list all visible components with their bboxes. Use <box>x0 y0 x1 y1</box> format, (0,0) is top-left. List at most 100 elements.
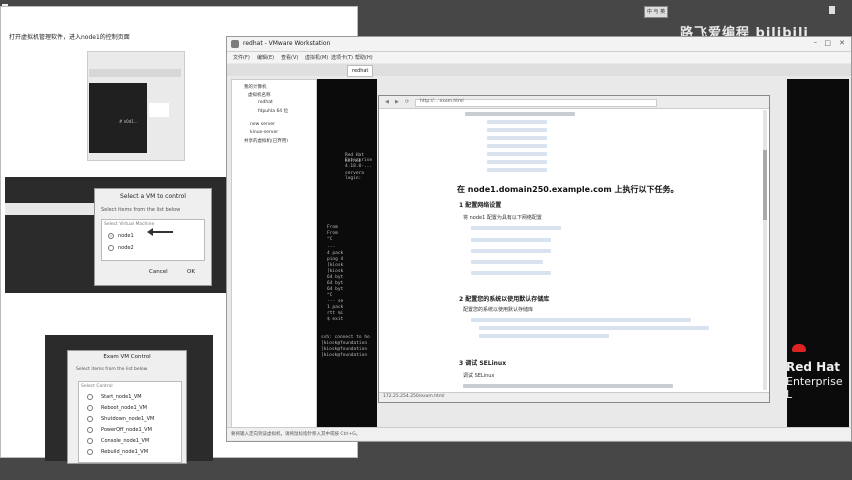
scrollbar[interactable] <box>763 110 767 390</box>
terminal-line: [kiosk <box>327 263 344 268</box>
blurred-line <box>487 144 547 148</box>
control-list: Select Control Start_node1_VM Reboot_nod… <box>78 381 182 463</box>
redhat-brand: Red Hat Enterprise L <box>786 360 852 401</box>
scroll-thumb[interactable] <box>763 150 767 220</box>
thumbnail-window <box>149 103 169 117</box>
menu-view[interactable]: 查看(V) <box>281 54 298 61</box>
exam-control-dialog: Exam VM Control Select items from the li… <box>67 350 187 464</box>
section-2-title: 2 配置您的系统以使用默认存储库 <box>459 296 550 303</box>
section-3-title: 3 调试 SELinux <box>459 360 507 367</box>
menu-tabs[interactable]: 选项卡(T) <box>331 54 353 61</box>
exam-document-window: ◀ ▶ ⟳ http://... exam.html 在 node1.domai… <box>378 95 770 403</box>
blurred-line <box>487 168 547 172</box>
thumbnail-terminal <box>89 83 147 153</box>
section-1-title: 1 配置网络设置 <box>459 202 502 209</box>
thumbnail-text: # n0d1... <box>119 119 138 124</box>
console-radio[interactable] <box>87 438 93 444</box>
thumbnail-toolbar <box>89 69 181 77</box>
start-option: Start_node1_VM <box>101 394 142 400</box>
blurred-line <box>471 318 691 322</box>
tab-redhat[interactable]: redhat <box>347 65 374 77</box>
vmware-title: redhat - VMware Workstation <box>243 40 331 47</box>
vmware-logo-icon <box>231 40 239 48</box>
terminal-line: [kiosk@foundation <box>321 347 368 352</box>
library-panel: 我的计算机 虚拟机名称 redhat fdpuhla 64 位 new serv… <box>231 79 317 436</box>
terminal-line: ping 4 <box>327 257 344 262</box>
rebuild-radio[interactable] <box>87 449 93 455</box>
node2-radio[interactable] <box>108 245 114 251</box>
select-vm-dialog: Select a VM to control Select items from… <box>94 188 212 286</box>
pointer-arrowhead <box>147 228 153 236</box>
library-item[interactable]: 我的计算机 <box>244 84 267 90</box>
library-item[interactable]: kinux-server <box>250 130 278 135</box>
maximize-icon[interactable]: □ <box>824 39 831 47</box>
terminal-line: ssh: connect to ho <box>321 335 370 340</box>
menu-help[interactable]: 帮助(H) <box>355 54 373 61</box>
back-icon[interactable]: ◀ <box>385 99 389 105</box>
library-item[interactable]: 共享的虚拟机(已弃用) <box>244 138 288 144</box>
url-bar[interactable]: http://... exam.html <box>415 99 657 107</box>
library-item[interactable]: new server <box>250 122 275 127</box>
terminal-line: rtt mi <box>327 311 344 316</box>
node1-radio[interactable] <box>108 233 114 239</box>
terminal-line: $ exit <box>327 317 344 322</box>
cancel-button[interactable]: Cancel <box>149 269 168 275</box>
screenshot-toolbar <box>5 203 95 215</box>
shutdown-radio[interactable] <box>87 416 93 422</box>
library-item[interactable]: 虚拟机名称 <box>248 92 271 98</box>
task-heading: 在 node1.domain250.example.com 上执行以下任务。 <box>457 185 679 194</box>
poweroff-radio[interactable] <box>87 427 93 433</box>
brand-line-1: Red Hat <box>786 360 841 374</box>
reboot-radio[interactable] <box>87 405 93 411</box>
blurred-line <box>471 271 551 275</box>
terminal-line: 4 pack <box>327 251 344 256</box>
menu-file[interactable]: 文件(F) <box>233 54 250 61</box>
forward-icon[interactable]: ▶ <box>395 99 399 105</box>
brand-line-2: Enterprise L <box>786 375 843 401</box>
rebuild-option: Rebuild_node1_VM <box>101 449 149 455</box>
menu-edit[interactable]: 编辑(E) <box>257 54 274 61</box>
poweroff-option: PowerOff_node1_VM <box>101 427 152 433</box>
close-icon[interactable]: ✕ <box>839 39 845 47</box>
terminal-line: [kiosk@foundation <box>321 353 368 358</box>
terminal-line: 64 byt <box>327 275 344 280</box>
ime-indicator[interactable]: 中 与 英 <box>644 6 668 18</box>
ok-button[interactable]: OK <box>187 269 195 275</box>
reboot-option: Reboot_node1_VM <box>101 405 147 411</box>
browser-status-text: 172.25.254.250/exam.html <box>383 394 445 399</box>
node2-label: node2 <box>118 245 134 251</box>
blurred-line <box>487 152 547 156</box>
section-2-lead: 配置您的系统以使用默认存储库 <box>463 307 534 313</box>
library-item[interactable]: redhat <box>258 100 273 105</box>
terminal-line: 1 pack <box>327 305 344 310</box>
minimize-icon[interactable]: – <box>814 38 818 46</box>
terminal-line: ^C <box>327 237 333 242</box>
console-option: Console_node1_VM <box>101 438 150 444</box>
blurred-line <box>471 260 543 264</box>
blurred-line <box>479 334 609 338</box>
dialog-hint: Select items from the list below <box>101 207 181 213</box>
terminal-line: 64 byt <box>327 281 344 286</box>
menu-vm[interactable]: 虚拟机(M) <box>305 54 328 61</box>
vm-console-display[interactable]: Red Hat Enterprise Kernel 4.18.0-... ser… <box>317 79 377 434</box>
blurred-line <box>487 120 547 124</box>
start-radio[interactable] <box>87 394 93 400</box>
blurred-line <box>463 384 673 388</box>
dialog-title: Select a VM to control <box>120 193 186 200</box>
dialog-title: Exam VM Control <box>103 354 151 360</box>
section-1-lead: 将 node1 配置为具有以下网络配置 <box>463 215 542 221</box>
tray-icon[interactable] <box>829 6 835 14</box>
terminal-line: --- se <box>327 299 344 304</box>
vmware-tabbar: redhat <box>227 64 851 77</box>
terminal-line: Kernel 4.18.0-... <box>345 159 373 169</box>
terminal-line: From <box>327 231 338 236</box>
terminal-line: ^C <box>327 293 333 298</box>
list-header: Select Virtual Machine <box>104 222 155 227</box>
library-item[interactable]: fdpuhla 64 位 <box>258 108 288 114</box>
redhat-logo-icon <box>792 344 806 352</box>
instruction-caption: 打开虚拟机管理软件，进入node1的控制页面 <box>9 34 130 41</box>
terminal-line: [kiosk <box>327 269 344 274</box>
blurred-line <box>465 112 575 116</box>
reload-icon[interactable]: ⟳ <box>405 99 409 105</box>
vm-list: Select Virtual Machine node1 node2 <box>101 219 205 261</box>
